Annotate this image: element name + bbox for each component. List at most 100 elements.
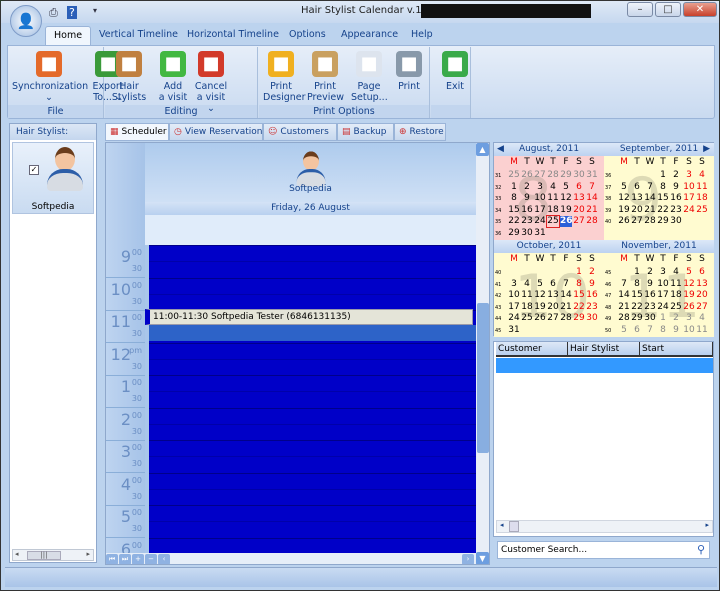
calendar-day[interactable]: 4 [547,182,559,193]
calendar-day[interactable]: 2 [521,182,533,193]
exit-button[interactable]: ■ Exit [437,51,473,92]
calendar-day[interactable]: 20 [573,205,585,216]
column-header-start[interactable]: Start [640,342,713,357]
tab-view-reservations[interactable]: ◷ View Reservations [169,123,267,141]
calendar-day[interactable]: 2 [670,170,682,181]
zoom-out-icon[interactable]: − [145,554,157,564]
calendar-day[interactable]: 25 [508,170,520,181]
calendar-day[interactable]: 12 [618,193,630,204]
print-button[interactable]: ■ Print [391,51,427,92]
calendar-day[interactable]: 18 [670,290,682,301]
calendar-day[interactable]: 6 [696,267,708,278]
calendar-day[interactable]: 16 [586,290,598,301]
calendar-day[interactable]: 19 [560,205,572,216]
month-title[interactable]: September, 2011 [604,143,714,156]
calendar-day[interactable]: 1 [657,313,669,324]
zoom-in-icon[interactable]: + [132,554,144,564]
calendar-day[interactable]: 10 [508,290,520,301]
calendar-day[interactable]: 22 [631,302,643,313]
print-designer-button[interactable]: ■ Print Designer [263,51,306,103]
scroll-down-icon[interactable]: ▼ [476,552,489,564]
calendar-day[interactable]: 16 [670,193,682,204]
calendar-day[interactable]: 27 [534,170,546,181]
vertical-scrollbar[interactable]: ▲ ▼ [476,143,489,564]
calendar-day[interactable]: 18 [521,302,533,313]
calendar-day[interactable]: 29 [560,170,572,181]
calendar-day[interactable]: 9 [670,182,682,193]
calendar-day[interactable]: 24 [534,216,546,227]
calendar-day[interactable]: 7 [618,279,630,290]
calendar-day[interactable]: 5 [560,182,572,193]
calendar-day[interactable]: 18 [547,205,559,216]
calendar-day[interactable]: 31 [586,170,598,181]
calendar-day[interactable]: 12 [534,290,546,301]
tab-customers[interactable]: ☺ Customers [263,123,337,141]
calendar-day[interactable]: 13 [631,193,643,204]
calendar-day[interactable]: 19 [534,302,546,313]
calendar-day[interactable]: 6 [631,325,643,336]
calendar-day[interactable]: 9 [586,279,598,290]
ribbon-tab-horizontal-timeline[interactable]: Horizontal Timeline [179,26,287,45]
calendar-day[interactable]: 6 [547,279,559,290]
calendar-day[interactable]: 21 [560,302,572,313]
grid-horizontal-scrollbar[interactable]: ◂ ▸ [496,520,713,533]
calendar-day[interactable]: 28 [644,216,656,227]
calendar-day[interactable]: 30 [670,216,682,227]
calendar-day[interactable]: 11 [670,279,682,290]
calendar-day[interactable]: 29 [573,313,585,324]
calendar-day[interactable]: 14 [618,290,630,301]
calendar-day[interactable]: 15 [657,193,669,204]
calendar-day[interactable]: 7 [644,325,656,336]
calendar-day[interactable]: 11 [696,182,708,193]
tab-scheduler[interactable]: ▦ Scheduler [105,123,169,141]
calendar-day[interactable]: 3 [657,267,669,278]
calendar-day[interactable]: 17 [534,205,546,216]
calendar-day[interactable]: 3 [508,279,520,290]
calendar-day[interactable]: 26 [534,313,546,324]
calendar-day[interactable]: 3 [683,313,695,324]
calendar-day[interactable]: 29 [657,216,669,227]
calendar-day[interactable]: 5 [618,325,630,336]
prev-month-icon[interactable]: ◀ [497,144,504,154]
month-title[interactable]: November, 2011 [604,240,714,253]
ribbon-tab-appearance[interactable]: Appearance [333,26,406,45]
calendar-day[interactable]: 17 [657,290,669,301]
tab-restore[interactable]: ⊕ Restore [394,123,446,141]
calendar-day[interactable]: 27 [696,302,708,313]
calendar-day[interactable]: 24 [683,205,695,216]
help-icon[interactable]: ? [67,6,77,19]
selected-row[interactable] [496,358,713,373]
calendar-day[interactable]: 25 [546,215,560,228]
first-icon[interactable]: ⏮ [106,554,118,564]
calendar-day[interactable]: 2 [586,267,598,278]
calendar-day[interactable]: 13 [547,290,559,301]
column-header-customer[interactable]: Customer [496,342,568,357]
calendar-day[interactable]: 22 [573,302,585,313]
all-day-area[interactable] [145,215,476,245]
calendar-day[interactable]: 15 [508,205,520,216]
calendar-day[interactable]: 23 [670,205,682,216]
calendar-day[interactable]: 20 [547,302,559,313]
calendar-day[interactable]: 30 [573,170,585,181]
calendar-day[interactable]: 18 [696,193,708,204]
calendar-day[interactable]: 13 [696,279,708,290]
stylist-card[interactable]: ✓ Softpedia [12,142,94,214]
cancel-a-visit-button[interactable]: ■ Cancel a visit ⌄ [193,51,229,114]
calendar-day[interactable]: 21 [618,302,630,313]
calendar-day[interactable]: 25 [696,205,708,216]
calendar-day[interactable]: 13 [573,193,585,204]
stylist-checkbox[interactable]: ✓ [29,165,39,175]
last-icon[interactable]: ⏭ [119,554,131,564]
scroll-right-icon[interactable]: › [462,554,474,564]
ribbon-tab-home[interactable]: Home [45,26,92,45]
calendar-day[interactable]: 19 [618,205,630,216]
calendar-day[interactable]: 10 [683,182,695,193]
calendar-day[interactable]: 12 [560,193,572,204]
next-month-icon[interactable]: ▶ [703,144,710,154]
calendar-day[interactable]: 3 [683,170,695,181]
scroll-thumb[interactable] [477,303,489,453]
calendar-day[interactable]: 25 [670,302,682,313]
calendar-day[interactable]: 11 [521,290,533,301]
appointment[interactable]: 11:00-11:30 Softpedia Tester (6846131135… [145,309,473,325]
calendar-day[interactable]: 16 [521,205,533,216]
